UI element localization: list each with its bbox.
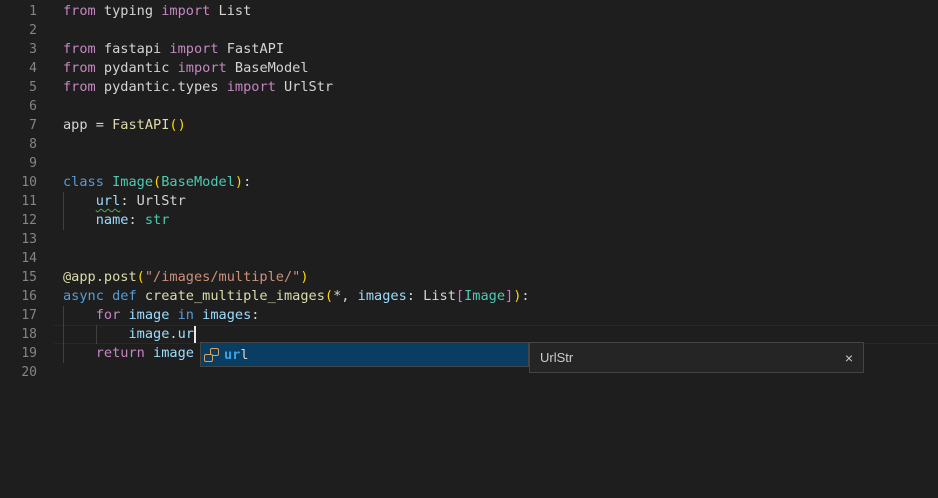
- autocomplete-popup[interactable]: url: [200, 342, 529, 367]
- line-number: 10: [0, 173, 37, 192]
- line-number: 1: [0, 2, 37, 21]
- code-line[interactable]: 10 class Image(BaseModel):: [0, 173, 938, 192]
- code-line[interactable]: 12 name: str: [0, 211, 938, 230]
- text-cursor: [194, 326, 196, 343]
- line-number: 19: [0, 344, 37, 363]
- code-line-text: url: UrlStr: [63, 193, 186, 209]
- indent-guide: [96, 325, 97, 344]
- code-line[interactable]: 1 from typing import List: [0, 2, 938, 21]
- code-line-text: from fastapi import FastAPI: [63, 41, 284, 57]
- code-line[interactable]: 14: [0, 249, 938, 268]
- code-line-text: name: str: [63, 212, 169, 228]
- code-line-text: @app.post("/images/multiple/"): [63, 269, 309, 285]
- line-number: 3: [0, 40, 37, 59]
- code-line-text: for image in images:: [63, 307, 259, 323]
- line-number: 13: [0, 230, 37, 249]
- code-line-text: from typing import List: [63, 3, 251, 19]
- line-number: 12: [0, 211, 37, 230]
- code-line[interactable]: 13: [0, 230, 938, 249]
- line-number: 8: [0, 135, 37, 154]
- code-area[interactable]: 1 from typing import List 23 from fastapi i…: [0, 2, 938, 382]
- code-line-text: from pydantic.types import UrlStr: [63, 79, 333, 95]
- code-line[interactable]: 4 from pydantic import BaseModel: [0, 59, 938, 78]
- code-line[interactable]: 9: [0, 154, 938, 173]
- line-number: 17: [0, 306, 37, 325]
- code-line[interactable]: 7 app = FastAPI(): [0, 116, 938, 135]
- line-number: 18: [0, 325, 37, 344]
- indent-guide: [63, 192, 64, 211]
- line-number: 11: [0, 192, 37, 211]
- code-line[interactable]: 15 @app.post("/images/multiple/"): [0, 268, 938, 287]
- field-icon: [204, 348, 219, 362]
- code-line[interactable]: 11 url: UrlStr: [0, 192, 938, 211]
- indent-guide: [63, 211, 64, 230]
- code-line-text: return image: [63, 345, 194, 361]
- close-icon[interactable]: ×: [845, 351, 853, 365]
- line-number: 15: [0, 268, 37, 287]
- indent-guide: [63, 344, 64, 363]
- code-line-text: class Image(BaseModel):: [63, 174, 251, 190]
- line-number: 4: [0, 59, 37, 78]
- line-number: 5: [0, 78, 37, 97]
- suggestion-item-url[interactable]: url: [224, 347, 249, 363]
- line-number: 6: [0, 97, 37, 116]
- suggest-details-text: UrlStr: [540, 350, 845, 365]
- code-line[interactable]: 17 for image in images:: [0, 306, 938, 325]
- indent-guide: [63, 306, 64, 325]
- code-line[interactable]: 2: [0, 21, 938, 40]
- line-number: 9: [0, 154, 37, 173]
- line-number: 16: [0, 287, 37, 306]
- code-line[interactable]: 6: [0, 97, 938, 116]
- code-line[interactable]: 16 async def create_multiple_images(*, im…: [0, 287, 938, 306]
- line-number: 20: [0, 363, 37, 382]
- code-line-text: app = FastAPI(): [63, 117, 186, 133]
- suggestion-rest-text: l: [240, 347, 248, 363]
- suggestion-match-text: ur: [224, 347, 240, 363]
- code-line[interactable]: 5 from pydantic.types import UrlStr: [0, 78, 938, 97]
- line-number: 2: [0, 21, 37, 40]
- code-line-text: async def create_multiple_images(*, imag…: [63, 288, 530, 304]
- code-line-text: from pydantic import BaseModel: [63, 60, 309, 76]
- code-line[interactable]: 3 from fastapi import FastAPI: [0, 40, 938, 59]
- line-number: 7: [0, 116, 37, 135]
- code-line[interactable]: 8: [0, 135, 938, 154]
- suggest-details-panel: UrlStr ×: [529, 342, 864, 373]
- line-number: 14: [0, 249, 37, 268]
- code-editor[interactable]: 1 from typing import List 23 from fastapi i…: [0, 0, 938, 498]
- indent-guide: [63, 325, 64, 344]
